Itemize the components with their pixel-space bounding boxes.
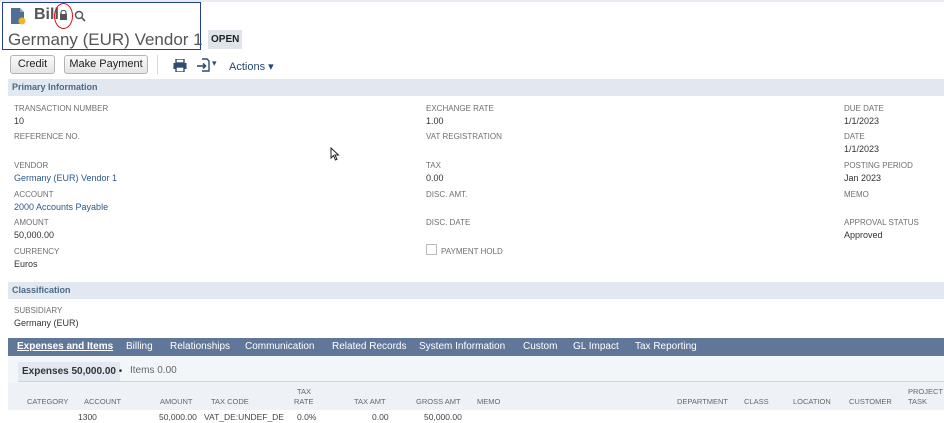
tax-value: 0.00 — [426, 173, 444, 183]
col-tax-amt: TAX AMT — [354, 397, 386, 406]
due-date-label: DUE DATE — [844, 104, 884, 113]
tab-related-records[interactable]: Related Records — [332, 341, 406, 352]
inner-tab-divider — [18, 381, 944, 382]
amount-label: AMOUNT — [14, 218, 49, 227]
print-icon[interactable] — [173, 59, 187, 72]
col-department: DEPARTMENT — [677, 397, 728, 406]
reference-no-label: REFERENCE NO. — [14, 132, 80, 141]
approval-status-label: APPROVAL STATUS — [844, 218, 919, 227]
date-value: 1/1/2023 — [844, 144, 880, 154]
exchange-rate-value: 1.00 — [426, 116, 444, 126]
tab-relationships[interactable]: Relationships — [170, 341, 230, 352]
row-account: 1300 — [78, 412, 97, 422]
memo-label: MEMO — [844, 190, 869, 199]
credit-button[interactable]: Credit — [10, 55, 55, 74]
chevron-down-icon: ▾ — [268, 61, 274, 73]
classification-header[interactable]: Classification — [8, 282, 944, 299]
disc-amt-label: DISC. AMT. — [426, 190, 468, 199]
col-project-task-line1: PROJECT — [908, 387, 944, 396]
currency-label: CURRENCY — [14, 247, 60, 256]
row-tax-amt: 0.00 — [372, 412, 389, 422]
actions-menu[interactable]: Actions ▾ — [229, 60, 274, 73]
chevron-down-icon: ▾ — [212, 58, 217, 68]
row-tax-rate: 0.0% — [297, 412, 317, 422]
exchange-rate-label: EXCHANGE RATE — [426, 104, 494, 113]
col-tax-rate-line2: RATE — [294, 397, 314, 406]
status-badge: OPEN — [208, 30, 243, 49]
payment-hold-label: PAYMENT HOLD — [441, 247, 503, 256]
posting-period-value: Jan 2023 — [844, 173, 882, 183]
currency-value: Euros — [14, 259, 38, 269]
record-name: Germany (EUR) Vendor 1 — [8, 30, 203, 49]
date-label: DATE — [844, 132, 865, 141]
account-link[interactable]: 2000 Accounts Payable — [14, 202, 108, 212]
export-icon — [197, 58, 210, 72]
col-location: LOCATION — [793, 397, 831, 406]
inner-tab-items[interactable]: Items 0.00 — [130, 365, 177, 376]
col-customer: CUSTOMER — [849, 397, 892, 406]
col-account: ACCOUNT — [84, 397, 122, 406]
search-icon[interactable] — [74, 10, 86, 22]
col-category: CATEGORY — [27, 397, 69, 406]
bill-document-icon — [11, 8, 26, 25]
row-gross-amt: 50,000.00 — [424, 412, 462, 422]
export-dropdown[interactable]: ▾ — [197, 58, 219, 72]
row-tax-code: VAT_DE:UNDEF_DE — [204, 412, 284, 422]
primary-information-header[interactable]: Primary Information — [8, 79, 944, 96]
tab-billing[interactable]: Billing — [126, 341, 153, 352]
inner-tab-expenses-label: Expenses 50,000.00 — [22, 366, 116, 377]
amount-value: 50,000.00 — [14, 230, 55, 240]
table-row[interactable] — [8, 410, 944, 423]
toolbar-separator — [157, 55, 158, 74]
make-payment-button[interactable]: Make Payment — [64, 55, 148, 74]
subsidiary-label: SUBSIDIARY — [14, 306, 63, 315]
actions-label: Actions — [229, 61, 266, 73]
vendor-link[interactable]: Germany (EUR) Vendor 1 — [14, 173, 117, 183]
vendor-label: VENDOR — [14, 161, 49, 170]
tab-tax-reporting[interactable]: Tax Reporting — [635, 341, 697, 352]
tab-gl-impact[interactable]: GL Impact — [573, 341, 619, 352]
payment-hold-checkbox[interactable] — [426, 244, 437, 255]
col-tax-code: TAX CODE — [211, 397, 249, 406]
row-amount: 50,000.00 — [159, 412, 197, 422]
tab-custom[interactable]: Custom — [523, 341, 557, 352]
col-project-task-line2: TASK — [908, 397, 928, 406]
tab-expenses-and-items[interactable]: Expenses and Items — [17, 341, 113, 352]
col-tax-rate-line1: TAX — [297, 387, 312, 396]
mouse-cursor-icon — [330, 147, 340, 161]
posting-period-label: POSTING PERIOD — [844, 161, 913, 170]
transaction-number-value: 10 — [14, 116, 25, 126]
due-date-value: 1/1/2023 — [844, 116, 880, 126]
col-memo: MEMO — [477, 397, 501, 406]
col-amount: AMOUNT — [160, 397, 193, 406]
inner-tab-bullet: • — [118, 366, 123, 377]
transaction-number-label: TRANSACTION NUMBER — [14, 104, 109, 113]
account-label: ACCOUNT — [14, 190, 54, 199]
subsidiary-value: Germany (EUR) — [14, 318, 79, 328]
disc-date-label: DISC. DATE — [426, 218, 471, 227]
tax-label: TAX — [426, 161, 441, 170]
tab-communication[interactable]: Communication — [245, 341, 314, 352]
inner-tab-expenses[interactable]: Expenses 50,000.00 • — [18, 362, 123, 381]
lock-icon[interactable] — [59, 10, 68, 20]
approval-status-value: Approved — [844, 230, 883, 240]
col-gross-amt: GROSS AMT — [416, 397, 461, 406]
col-class: CLASS — [744, 397, 769, 406]
tab-system-information[interactable]: System Information — [419, 341, 505, 352]
vat-registration-label: VAT REGISTRATION — [426, 132, 502, 141]
